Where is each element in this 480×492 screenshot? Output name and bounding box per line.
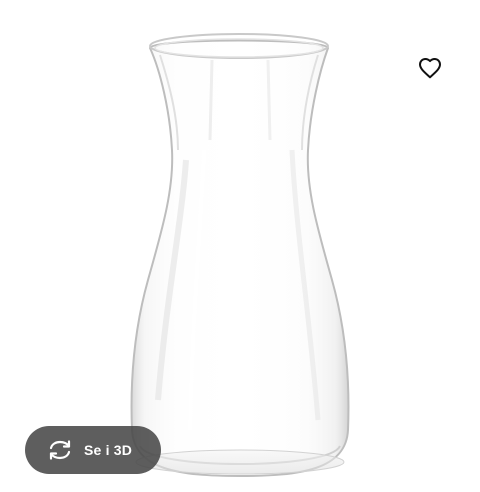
view-in-3d-button[interactable]: Se i 3D (25, 426, 161, 474)
product-image-viewer: Se i 3D (0, 0, 480, 492)
view-in-3d-label: Se i 3D (84, 442, 133, 458)
heart-outline-icon (419, 58, 441, 79)
rotate-3d-icon (47, 439, 73, 461)
favorite-button[interactable] (414, 52, 446, 84)
product-image-carafe[interactable] (0, 0, 480, 492)
